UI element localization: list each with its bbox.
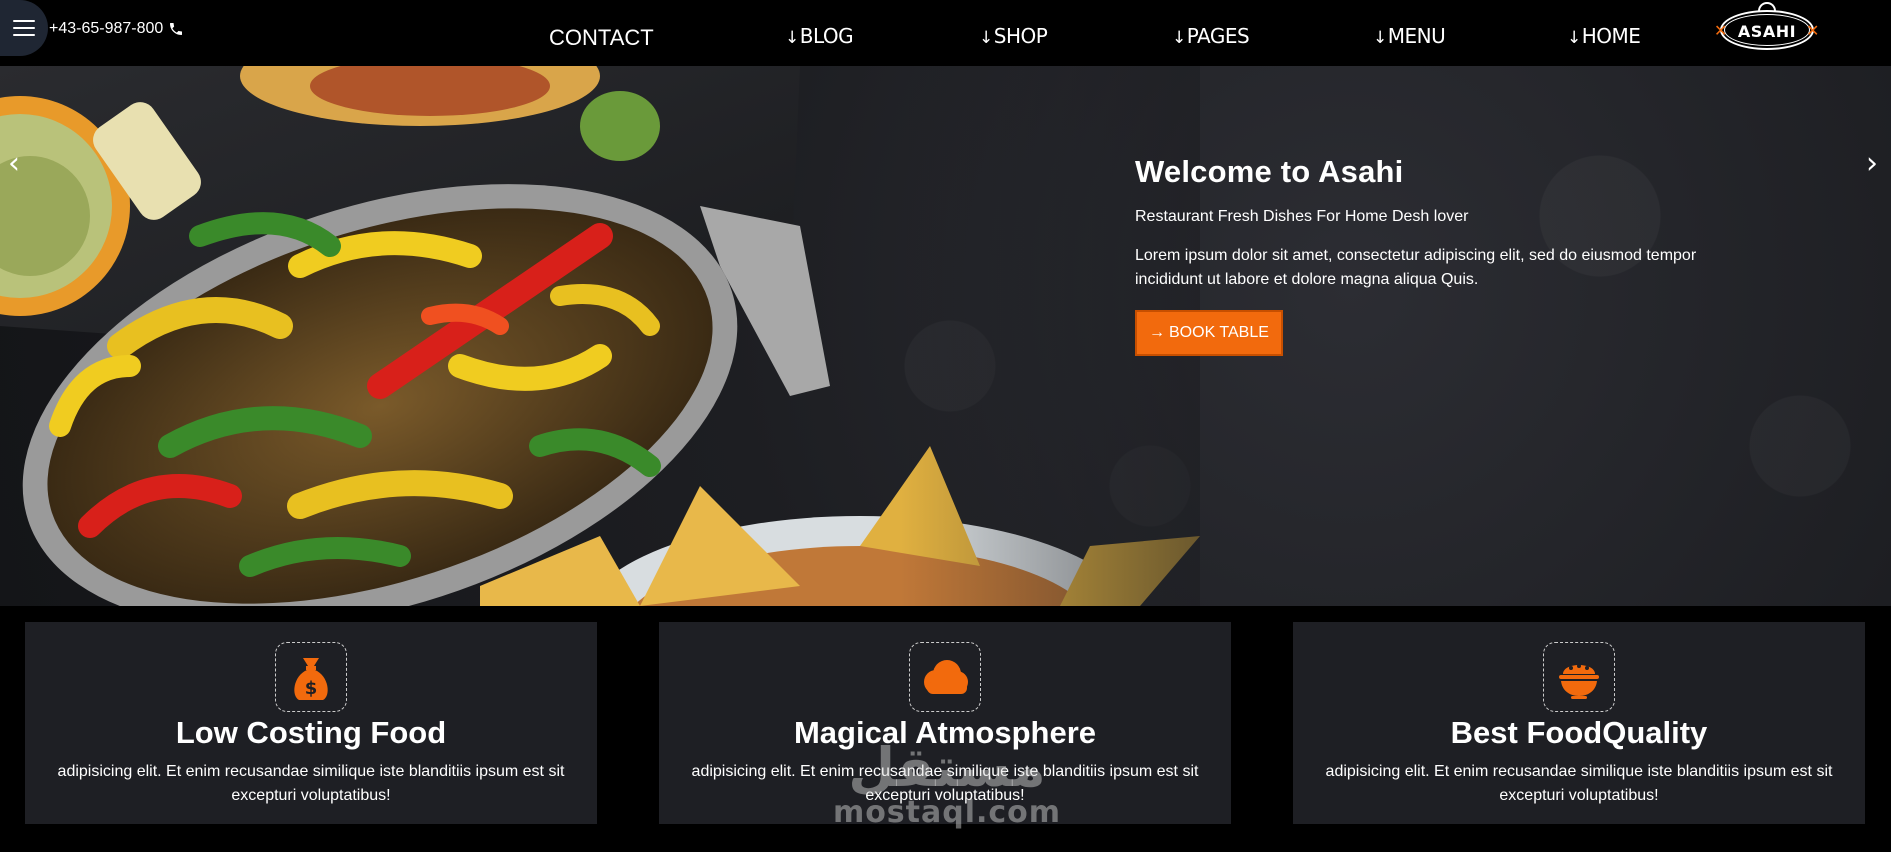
nav-contact[interactable]: CONTACT [549, 25, 654, 51]
phone-number[interactable]: +43-65-987-800 [49, 20, 184, 38]
logo-text: ASAHI [1737, 22, 1797, 41]
feature-title: Best FoodQuality [1450, 715, 1708, 750]
food-bowl-icon [1559, 664, 1599, 699]
hero-title: Welcome to Asahi [1135, 154, 1404, 189]
mostaql-watermark: مستقل mostaql.com [832, 738, 1062, 828]
svg-text:$: $ [305, 678, 318, 699]
top-navbar: +43-65-987-800 CONTACT ↓BLOG ↓SHOP ↓PAGE… [0, 0, 1891, 66]
money-bag-icon: $ [294, 658, 328, 700]
feature-title: Low Costing Food [175, 715, 447, 750]
hamburger-icon [13, 20, 35, 36]
nav-contact-label: CONTACT [549, 25, 654, 50]
hero-food-image [0, 66, 1200, 606]
feature-card-low-cost: $ Low Costing Food adipisicing elit. Et … [25, 622, 597, 824]
feature-card-quality: Best FoodQuality adipisicing elit. Et en… [1293, 622, 1865, 824]
slider-prev-arrow[interactable]: ‹ [8, 146, 20, 181]
feature-description: adipisicing elit. Et enim recusandae sim… [1325, 763, 1833, 804]
feature-icon-box [1543, 642, 1615, 712]
site-logo[interactable]: ✕ ✕ ASAHI [1714, 2, 1819, 54]
arrow-down-icon: ↓ [979, 28, 993, 48]
arrow-down-icon: ↓ [1373, 28, 1387, 48]
nav-shop[interactable]: ↓SHOP [979, 24, 1048, 48]
nav-home[interactable]: ↓HOME [1567, 24, 1641, 48]
nav-menu-label: MENU [1387, 24, 1446, 48]
hero-slider: ‹ › Welcome to Asahi Restaurant Fresh Di… [0, 66, 1891, 606]
book-table-button[interactable]: → BOOK TABLE [1135, 310, 1283, 356]
arrow-down-icon: ↓ [1172, 28, 1186, 48]
watermark-arabic: مستقل [848, 736, 1046, 799]
book-table-label: BOOK TABLE [1169, 324, 1269, 341]
feature-icon-box [909, 642, 981, 712]
nav-menu[interactable]: ↓MENU [1373, 24, 1446, 48]
phone-icon [170, 23, 183, 35]
arrow-right-icon: → [1149, 324, 1165, 341]
nav-pages-label: PAGES [1186, 24, 1250, 48]
hero-subtitle: Restaurant Fresh Dishes For Home Desh lo… [1135, 208, 1469, 225]
cloud-icon [924, 660, 968, 694]
nav-pages[interactable]: ↓PAGES [1172, 24, 1250, 48]
nav-shop-label: SHOP [993, 24, 1048, 48]
slider-next-arrow[interactable]: › [1866, 146, 1878, 181]
hero-content: Welcome to Asahi Restaurant Fresh Dishes… [1135, 154, 1755, 356]
phone-number-text: +43-65-987-800 [49, 20, 164, 37]
feature-description: adipisicing elit. Et enim recusandae sim… [57, 763, 565, 804]
watermark-latin: mostaql.com [832, 795, 1062, 830]
nav-blog[interactable]: ↓BLOG [785, 24, 854, 48]
hamburger-menu-button[interactable] [0, 0, 48, 56]
arrow-down-icon: ↓ [785, 28, 799, 48]
arrow-down-icon: ↓ [1567, 28, 1581, 48]
nav-home-label: HOME [1581, 24, 1641, 48]
feature-icon-box: $ [275, 642, 347, 712]
hero-description: Lorem ipsum dolor sit amet, consectetur … [1135, 247, 1697, 288]
nav-blog-label: BLOG [799, 24, 854, 48]
